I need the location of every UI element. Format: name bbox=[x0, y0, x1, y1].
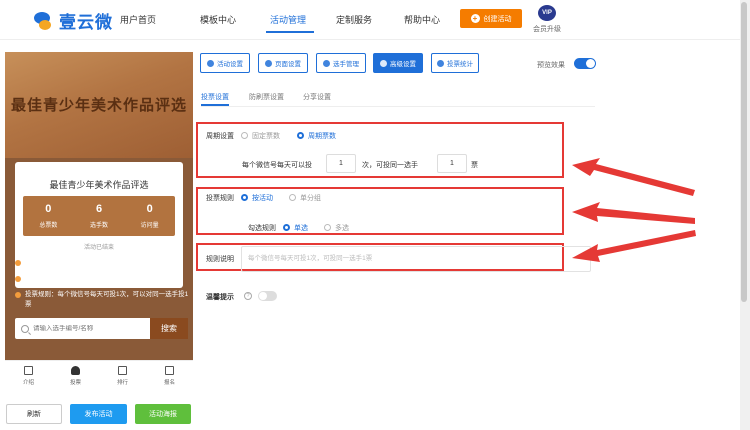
document-icon bbox=[24, 366, 33, 375]
preview-bottom-tabs: 介绍 投票 排行 报名 bbox=[5, 360, 193, 390]
radio-fixed-votes[interactable] bbox=[241, 132, 248, 139]
help-icon[interactable]: ? bbox=[244, 292, 252, 300]
publish-activity-button[interactable]: 发布活动 bbox=[70, 404, 127, 424]
tab-intro[interactable]: 介绍 bbox=[5, 361, 52, 390]
radio-cycle-votes[interactable] bbox=[297, 132, 304, 139]
nav-help[interactable]: 帮助中心 bbox=[404, 13, 440, 26]
rule-description-label: 规则说明 bbox=[206, 256, 234, 263]
radio-by-activity[interactable] bbox=[241, 194, 248, 201]
nav-active-indicator bbox=[266, 31, 314, 33]
nav-templates[interactable]: 模板中心 bbox=[200, 13, 236, 26]
page-icon bbox=[265, 59, 272, 67]
stat-total-votes: 0 总票数 bbox=[39, 203, 58, 229]
person-icon bbox=[71, 366, 80, 375]
tab-page-settings[interactable]: 页面设置 bbox=[258, 53, 308, 73]
search-button[interactable]: 搜索 bbox=[150, 318, 188, 339]
top-nav: 壹云微 用户首页 模板中心 活动管理 定制服务 帮助中心 + 创建活动 VIP … bbox=[0, 0, 750, 40]
logo-text: 壹云微 bbox=[59, 13, 113, 32]
vote-rule-label: 投票规则 bbox=[206, 195, 234, 202]
create-activity-button[interactable]: + 创建活动 bbox=[460, 9, 522, 28]
banner-title: 最佳青少年美术作品评选 bbox=[10, 97, 187, 114]
activity-status: 活动已结束 bbox=[83, 245, 114, 251]
users-icon bbox=[323, 59, 330, 67]
preview-toggle-label: 预览效果 bbox=[537, 62, 565, 69]
radio-single-select[interactable] bbox=[283, 224, 290, 231]
tab-ranking[interactable]: 排行 bbox=[99, 361, 146, 390]
daily-votes-input[interactable]: 1 bbox=[326, 154, 356, 173]
subtab-anti-fraud[interactable]: 防刷票设置 bbox=[249, 92, 284, 102]
mobile-preview: 最佳青少年美术作品评选 最佳青少年美术作品评选 0 总票数 6 选手数 0 访问量 活… bbox=[5, 52, 193, 390]
cycle-setting-label: 周期设置 bbox=[206, 133, 234, 140]
subtab-divider bbox=[201, 106, 595, 107]
subtab-vote-settings[interactable]: 投票设置 bbox=[201, 92, 229, 102]
app-root: 壹云微 用户首页 模板中心 活动管理 定制服务 帮助中心 + 创建活动 VIP … bbox=[0, 0, 750, 430]
logo-icon bbox=[34, 10, 54, 32]
signup-icon bbox=[165, 366, 174, 375]
preview-toggle[interactable] bbox=[574, 58, 596, 69]
tab-activity-settings[interactable]: 活动设置 bbox=[200, 53, 250, 73]
card-title: 最佳青少年美术作品评选 bbox=[49, 180, 149, 190]
nav-custom-service[interactable]: 定制服务 bbox=[336, 13, 372, 26]
search-icon bbox=[21, 324, 29, 333]
info-lines: 投票开始：2025-01-16 15:03:49 投票截止：2025-01-22… bbox=[15, 258, 189, 316]
stats-row: 0 总票数 6 选手数 0 访问量 bbox=[23, 196, 175, 236]
dot-icon bbox=[15, 292, 21, 298]
dot-icon bbox=[15, 276, 21, 282]
tab-vote[interactable]: 投票 bbox=[52, 361, 99, 390]
gear-icon bbox=[207, 59, 214, 67]
rule-prefix: 每个微信号每天可以投 bbox=[242, 162, 312, 169]
plus-icon: + bbox=[470, 14, 480, 23]
radio-cycle-votes-label[interactable]: 周期票数 bbox=[308, 131, 336, 141]
arrow-icon bbox=[572, 158, 696, 262]
tab-vote-stats[interactable]: 投票统计 bbox=[431, 53, 479, 73]
radio-single-group-label[interactable]: 单分组 bbox=[300, 193, 321, 203]
logo[interactable]: 壹云微 bbox=[34, 8, 113, 33]
rule-description-textarea[interactable]: 每个微信号每天可投1次，可投同一选手1票 bbox=[241, 246, 591, 272]
tab-advanced-settings[interactable]: 高级设置 bbox=[373, 53, 423, 73]
refresh-button[interactable]: 刷新 bbox=[6, 404, 62, 424]
same-player-votes-input[interactable]: 1 bbox=[437, 154, 467, 173]
player-search-input[interactable] bbox=[33, 325, 143, 332]
ranking-icon bbox=[118, 366, 127, 375]
subtab-share[interactable]: 分享设置 bbox=[303, 92, 331, 102]
tab-signup[interactable]: 报名 bbox=[146, 361, 193, 390]
radio-single-select-label[interactable]: 单选 bbox=[294, 223, 308, 233]
info-start: 投票开始：2025-01-16 15:03:49 bbox=[15, 258, 189, 268]
radio-fixed-votes-label[interactable]: 固定票数 bbox=[252, 131, 280, 141]
activity-poster-button[interactable]: 活动海报 bbox=[135, 404, 191, 424]
radio-multi-select[interactable] bbox=[324, 224, 331, 231]
scrollbar-thumb[interactable] bbox=[741, 2, 747, 302]
sliders-icon bbox=[380, 59, 387, 67]
info-end: 投票截止：2025-01-22 15:03:49 bbox=[15, 274, 189, 284]
info-rule: 投票规则：每个微信号每天可投1次，可以对同一选手投1票 bbox=[15, 290, 189, 310]
player-search-box[interactable] bbox=[15, 318, 150, 339]
radio-single-group[interactable] bbox=[289, 194, 296, 201]
dot-icon bbox=[15, 260, 21, 266]
radio-by-activity-label[interactable]: 按活动 bbox=[252, 193, 273, 203]
reminder-label: 温馨提示 bbox=[206, 294, 234, 301]
annotation-arrows bbox=[572, 158, 696, 262]
stat-players: 6 选手数 bbox=[90, 203, 109, 229]
tab-player-manage[interactable]: 选手管理 bbox=[316, 53, 366, 73]
chart-icon bbox=[437, 59, 444, 67]
radio-multi-select-label[interactable]: 多选 bbox=[335, 223, 349, 233]
reminder-toggle[interactable] bbox=[258, 291, 277, 301]
check-rule-label: 勾选规则 bbox=[248, 225, 276, 232]
rule-middle: 次，可投同一选手 bbox=[362, 162, 418, 169]
vip-icon[interactable]: VIP bbox=[538, 5, 556, 21]
nav-activity-manage[interactable]: 活动管理 bbox=[270, 13, 306, 26]
preview-banner: 最佳青少年美术作品评选 bbox=[5, 52, 193, 158]
stat-visits: 0 访问量 bbox=[140, 203, 159, 229]
rule-suffix: 票 bbox=[471, 162, 478, 169]
upgrade-label[interactable]: 会员升级 bbox=[533, 24, 561, 34]
create-activity-label: 创建活动 bbox=[483, 15, 512, 23]
nav-home[interactable]: 用户首页 bbox=[120, 13, 156, 26]
